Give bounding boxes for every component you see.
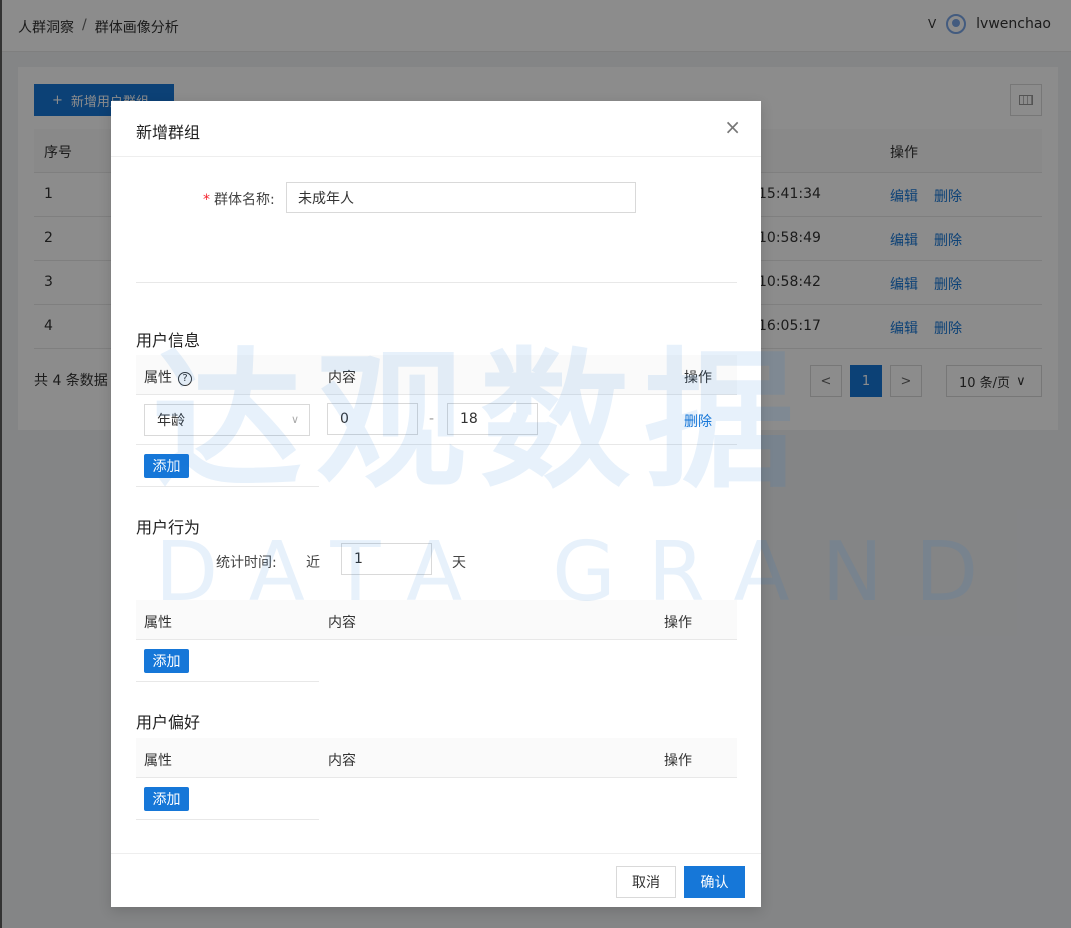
col-ops-header: 操作 <box>684 370 712 386</box>
row-divider <box>136 681 319 682</box>
modal-footer: 取消 确认 <box>111 853 761 907</box>
user-info-table-header: 属性? 内容 操作 <box>136 355 737 395</box>
group-name-label-text: 群体名称: <box>214 192 275 208</box>
age-min-input[interactable] <box>327 403 418 435</box>
required-asterisk: * <box>203 192 210 208</box>
group-name-label: * 群体名称: <box>203 189 275 209</box>
attribute-select-value: 年龄 <box>157 413 185 429</box>
col-content-header: 内容 <box>328 615 356 631</box>
col-attr-header: 属性? <box>144 367 192 387</box>
cancel-button[interactable]: 取消 <box>616 866 676 898</box>
col-attr-text: 属性 <box>144 370 172 386</box>
col-attr-header: 属性 <box>144 615 172 631</box>
delete-attribute-link[interactable]: 删除 <box>684 411 712 431</box>
section-title-user-preference: 用户偏好 <box>136 713 201 732</box>
row-divider <box>136 444 737 445</box>
stat-near-label: 近 <box>306 555 320 571</box>
help-icon[interactable]: ? <box>178 372 192 386</box>
confirm-button[interactable]: 确认 <box>684 866 745 898</box>
row-divider <box>136 486 319 487</box>
modal-title: 新增群组 <box>136 123 201 142</box>
user-preference-table-header: 属性 内容 操作 <box>136 738 737 778</box>
modal-header: 新增群组 × <box>111 101 761 157</box>
new-group-modal: 新增群组 × *群体名称: 用户信息 属性? 内容 操作 年龄 ∨ - 删除 添… <box>111 101 761 907</box>
chevron-down-icon: ∨ <box>290 413 299 426</box>
add-user-preference-button[interactable]: 添加 <box>144 787 189 811</box>
close-icon[interactable]: × <box>724 117 741 137</box>
stat-day-unit: 天 <box>452 555 466 571</box>
col-content-header: 内容 <box>328 370 356 386</box>
stat-days-input[interactable] <box>341 543 432 575</box>
add-user-info-button[interactable]: 添加 <box>144 454 189 478</box>
col-content-header: 内容 <box>328 753 356 769</box>
range-separator: - <box>429 411 435 427</box>
attribute-select[interactable]: 年龄 ∨ <box>144 404 310 436</box>
add-user-behavior-button[interactable]: 添加 <box>144 649 189 673</box>
age-max-input[interactable] <box>447 403 538 435</box>
col-ops-header: 操作 <box>664 753 692 769</box>
col-attr-header: 属性 <box>144 753 172 769</box>
group-name-input[interactable] <box>286 182 636 213</box>
row-divider <box>136 819 319 820</box>
section-divider <box>136 282 737 283</box>
col-ops-header: 操作 <box>664 615 692 631</box>
window-edge <box>0 0 2 928</box>
section-title-user-behavior: 用户行为 <box>136 518 201 537</box>
user-behavior-table-header: 属性 内容 操作 <box>136 600 737 640</box>
stat-time-label: 统计时间: <box>216 555 277 571</box>
section-title-user-info: 用户信息 <box>136 331 201 350</box>
